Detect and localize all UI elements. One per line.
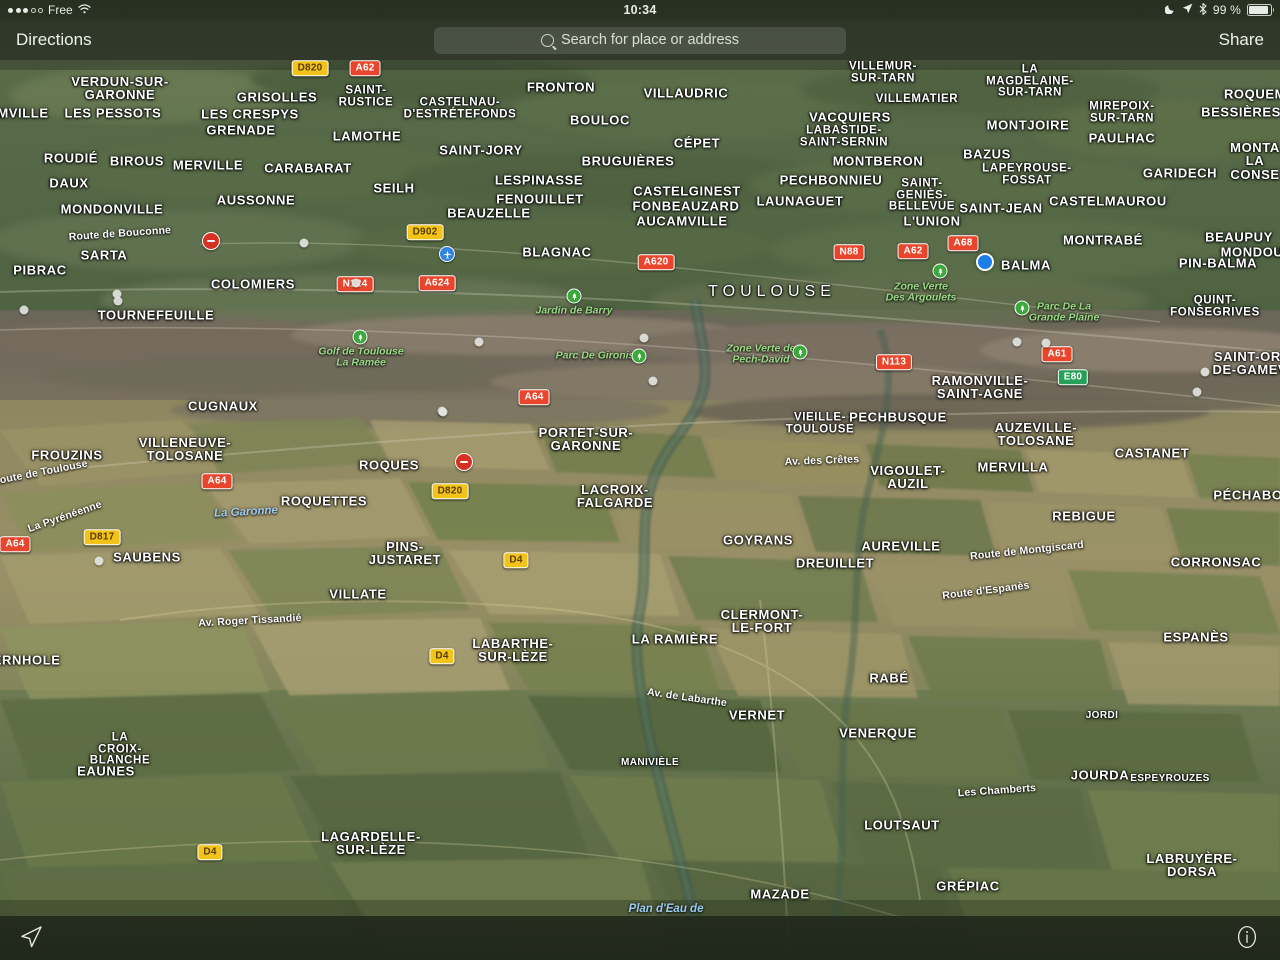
no-entry-icon[interactable] xyxy=(202,232,220,250)
road-shield[interactable]: A64 xyxy=(518,389,550,405)
map-poi-dot[interactable] xyxy=(438,407,448,417)
maps-app: TOULOUSE VERDUN-SUR- GARONNE GRISOLLES SAINT… xyxy=(0,0,1280,960)
road-shield[interactable]: D820 xyxy=(291,60,329,76)
map-canvas[interactable]: TOULOUSE VERDUN-SUR- GARONNE GRISOLLES SAINT… xyxy=(0,0,1280,960)
road-shield[interactable]: D4 xyxy=(503,552,529,568)
search-input[interactable]: Search for place or address xyxy=(434,26,846,54)
park-icon[interactable] xyxy=(566,288,582,304)
user-location-dot[interactable] xyxy=(976,253,994,271)
map-poi-dot[interactable] xyxy=(648,376,658,386)
map-poi-dot[interactable] xyxy=(113,296,123,306)
park-icon[interactable] xyxy=(792,344,808,360)
road-shield[interactable]: D902 xyxy=(406,224,444,240)
park-icon[interactable] xyxy=(932,263,948,279)
road-shield[interactable]: N113 xyxy=(875,354,913,370)
park-icon[interactable] xyxy=(631,348,647,364)
map-poi-dot[interactable] xyxy=(94,556,104,566)
bluetooth-icon xyxy=(1199,2,1207,18)
satellite-terrain-imagery xyxy=(0,0,1280,960)
road-shield[interactable]: A64 xyxy=(0,536,31,552)
road-shield[interactable]: N88 xyxy=(833,244,865,260)
road-shield[interactable]: A620 xyxy=(637,254,675,270)
share-button[interactable]: Share xyxy=(1219,30,1264,50)
battery-icon xyxy=(1247,4,1274,16)
map-poi-dot[interactable] xyxy=(351,278,361,288)
park-icon[interactable] xyxy=(1014,300,1030,316)
road-shield[interactable]: D4 xyxy=(429,648,455,664)
location-arrow-icon xyxy=(1182,3,1193,17)
map-poi-dot[interactable] xyxy=(1041,338,1051,348)
map-poi-dot[interactable] xyxy=(1012,337,1022,347)
clock-label: 10:34 xyxy=(623,3,657,17)
directions-button[interactable]: Directions xyxy=(16,30,92,50)
road-shield[interactable]: A61 xyxy=(1041,346,1073,362)
map-poi-dot[interactable] xyxy=(19,305,29,315)
moon-icon xyxy=(1164,3,1176,17)
search-icon xyxy=(540,33,554,47)
terrain-render xyxy=(0,0,1280,960)
road-shield[interactable]: A64 xyxy=(201,473,233,489)
road-shield[interactable]: D817 xyxy=(83,529,121,545)
map-poi-dot[interactable] xyxy=(474,337,484,347)
road-shield[interactable]: A68 xyxy=(947,235,979,251)
road-shield[interactable]: A62 xyxy=(349,60,381,76)
bottom-toolbar xyxy=(0,916,1280,960)
locate-arrow-icon[interactable] xyxy=(18,924,46,952)
no-entry-icon[interactable] xyxy=(455,453,473,471)
road-shield[interactable]: D820 xyxy=(431,483,469,499)
park-icon[interactable] xyxy=(352,329,368,345)
road-shield[interactable]: A624 xyxy=(418,275,456,291)
road-shield[interactable]: E80 xyxy=(1057,369,1089,385)
map-poi-dot[interactable] xyxy=(639,333,649,343)
map-poi-dot[interactable] xyxy=(1200,367,1210,377)
road-shield[interactable]: A62 xyxy=(897,243,929,259)
map-poi-dot[interactable] xyxy=(299,238,309,248)
road-shield[interactable]: D4 xyxy=(197,844,223,860)
status-bar: Free 10:34 99 % xyxy=(0,0,1280,20)
info-circle-icon[interactable] xyxy=(1234,924,1262,952)
status-right: 99 % xyxy=(1164,2,1274,18)
search-placeholder-label: Search for place or address xyxy=(560,32,740,48)
airport-icon[interactable] xyxy=(439,246,455,262)
map-poi-dot[interactable] xyxy=(1192,387,1202,397)
battery-percent-label: 99 % xyxy=(1212,3,1241,17)
navigation-bar: Directions Search for place or address S… xyxy=(0,20,1280,60)
